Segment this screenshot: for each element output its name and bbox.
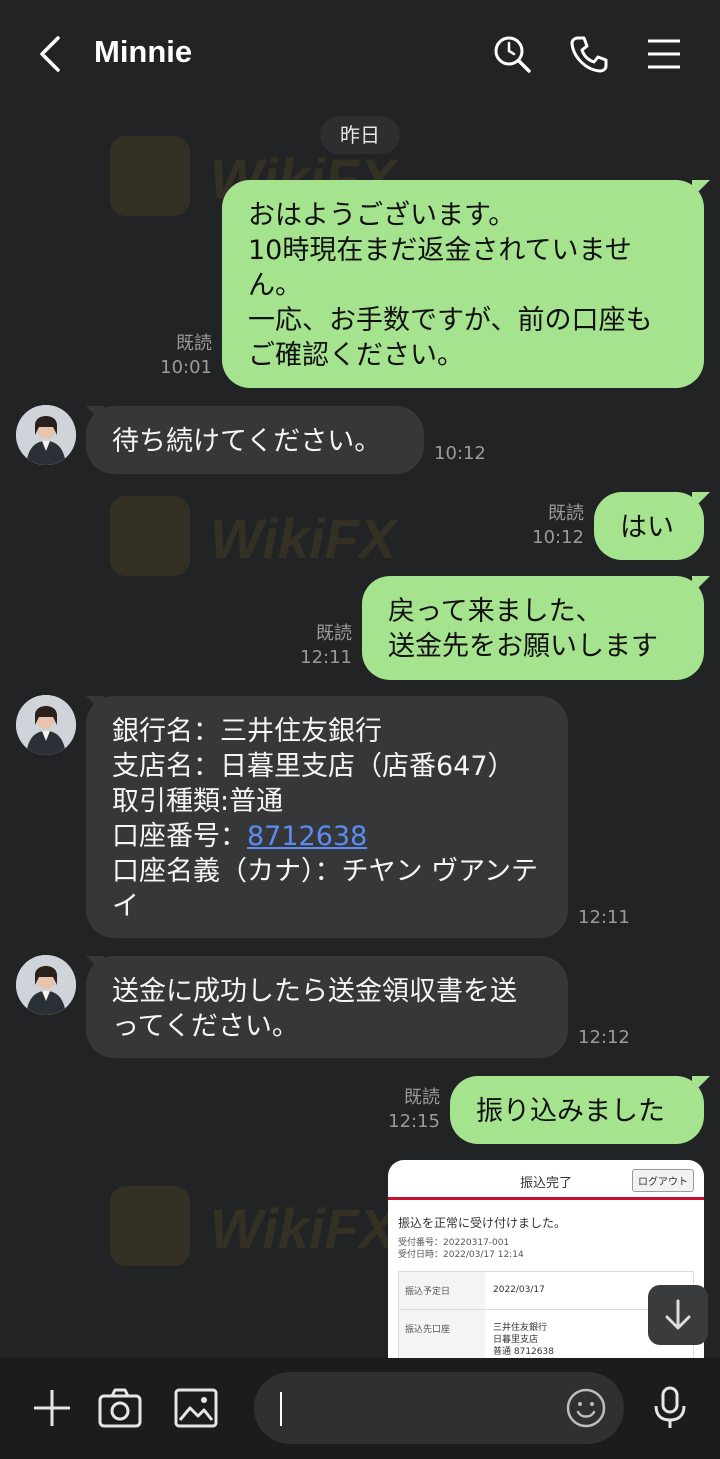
plus-icon[interactable] [28, 1384, 76, 1432]
receipt-number: 受付番号：20220317-001 [398, 1238, 510, 1248]
receipt-logout-button: ログアウト [632, 1169, 694, 1192]
wikifx-watermark-logo: WikiFX [110, 496, 400, 576]
back-arrow-icon[interactable] [30, 32, 74, 76]
account-number-label: 口座番号： [112, 821, 247, 852]
bubble-tail [86, 956, 104, 974]
outgoing-message-bubble[interactable]: 戻って来ました、 送金先をお願いします [362, 576, 704, 680]
incoming-message-bubble[interactable]: 銀行名：三井住友銀行 支店名：日暮里支店（店番647） 取引種類:普通 口座番号… [86, 696, 568, 938]
date-separator: 昨日 [320, 116, 400, 154]
camera-icon[interactable] [96, 1384, 144, 1432]
message-list[interactable]: WikiFX WikiFX WikiFX WikiFX 昨日 おはようございます… [0, 110, 720, 1358]
bank-name-line: 銀行名：三井住友銀行 [112, 716, 382, 747]
bubble-tail [86, 696, 104, 714]
contact-name: Minnie [94, 34, 193, 69]
message-composer [0, 1358, 720, 1459]
arrow-down-icon [665, 1299, 691, 1330]
message-meta: 既読 12:11 [290, 622, 352, 670]
outgoing-message-bubble[interactable]: おはようございます。 10時現在まだ返金されていません。 一応、お手数ですが、前… [222, 180, 704, 388]
account-number-link[interactable]: 8712638 [247, 821, 367, 852]
message-meta: 既読 10:01 [150, 332, 212, 380]
svg-text:WikiFX: WikiFX [210, 507, 400, 570]
message-time: 10:12 [532, 527, 584, 548]
read-receipt: 既読 [316, 623, 352, 644]
message-meta: 既読 10:12 [522, 502, 584, 550]
message-time: 12:11 [300, 647, 352, 668]
receipt-header: 振込完了 ログアウト [388, 1160, 704, 1200]
message-time: 10:12 [434, 443, 486, 464]
outgoing-message-bubble[interactable]: 振り込みました [450, 1076, 704, 1144]
receipt-row-label: 振込先口座 [399, 1310, 485, 1358]
branch-line: 支店名：日暮里支店（店番647） [112, 751, 515, 782]
contact-avatar[interactable] [16, 695, 76, 755]
account-type-line: 取引種類:普通 [112, 786, 284, 817]
svg-text:WikiFX: WikiFX [210, 1197, 400, 1260]
bubble-tail [692, 576, 710, 594]
message-time: 12:15 [388, 1111, 440, 1132]
message-time: 10:01 [160, 357, 212, 378]
account-holder-line: 口座名義（カナ）：チヤン ヴアンテイ [112, 856, 539, 922]
message-time: 12:12 [578, 1027, 630, 1048]
text-cursor [280, 1392, 282, 1426]
contact-avatar[interactable] [16, 955, 76, 1015]
image-gallery-icon[interactable] [172, 1384, 220, 1432]
incoming-message-bubble[interactable]: 待ち続けてください。 [86, 406, 424, 474]
phone-call-icon[interactable] [566, 32, 610, 76]
receipt-row-label: 振込予定日 [399, 1272, 485, 1309]
contact-avatar[interactable] [16, 405, 76, 465]
emoji-icon[interactable] [564, 1386, 608, 1430]
bubble-tail [692, 492, 710, 510]
search-icon[interactable] [490, 32, 534, 76]
message-meta: 既読 12:15 [378, 1086, 440, 1134]
receipt-time: 受付日時：2022/03/17 12:14 [398, 1250, 524, 1260]
read-receipt: 既読 [176, 333, 212, 354]
receipt-message: 振込を正常に受け付けました。 [398, 1216, 567, 1230]
bubble-tail [692, 1076, 710, 1094]
message-time: 12:11 [578, 907, 630, 928]
microphone-icon[interactable] [646, 1384, 694, 1432]
read-receipt: 既読 [404, 1087, 440, 1108]
incoming-message-bubble[interactable]: 送金に成功したら送金領収書を送ってください。 [86, 956, 568, 1058]
read-receipt: 既読 [548, 503, 584, 524]
outgoing-message-bubble[interactable]: はい [594, 492, 704, 560]
bubble-tail [86, 406, 104, 424]
account-number-line: 口座番号：8712638 [112, 819, 542, 854]
chat-header: Minnie [0, 0, 720, 110]
bubble-tail [692, 180, 710, 198]
scroll-to-bottom-button[interactable] [648, 1285, 708, 1345]
menu-icon[interactable] [642, 32, 686, 76]
message-input[interactable] [254, 1372, 624, 1444]
